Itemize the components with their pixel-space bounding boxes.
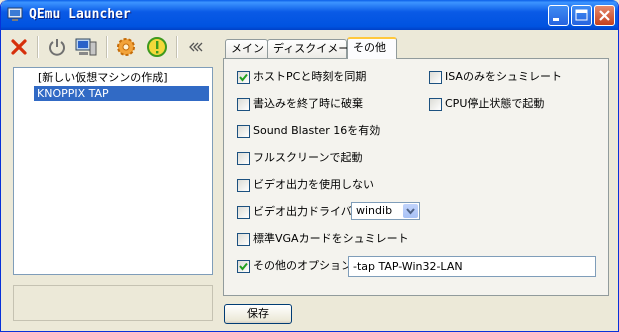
dropdown-arrow-icon[interactable]	[403, 204, 418, 218]
checkmark-icon	[239, 73, 248, 82]
close-button[interactable]	[594, 5, 615, 26]
close-icon	[599, 10, 610, 21]
status-area	[13, 285, 213, 321]
toolbar-separator	[176, 36, 178, 58]
collapse-chevrons-icon[interactable]	[185, 36, 207, 58]
app-computer-icon	[7, 7, 23, 21]
maximize-icon	[575, 9, 588, 21]
video-driver-label: ビデオ出力ドライバ	[253, 205, 352, 218]
power-icon[interactable]	[46, 36, 68, 58]
checkbox-box[interactable]	[237, 152, 250, 165]
fullscreen-label: フルスクリーンで起動	[253, 151, 363, 164]
settings-gear-icon[interactable]	[115, 36, 137, 58]
tab-other[interactable]: その他	[347, 37, 397, 59]
checkmark-icon	[239, 262, 248, 271]
cpu-stopped-label: CPU停止状態で起動	[445, 97, 545, 110]
sync-host-time-label: ホストPCと時刻を同期	[253, 70, 367, 83]
checkbox-box[interactable]	[237, 233, 250, 246]
delete-icon[interactable]	[8, 36, 30, 58]
checkbox-box[interactable]	[237, 98, 250, 111]
title-bar[interactable]: QEmu Launcher	[1, 0, 618, 30]
maximize-button[interactable]	[571, 5, 592, 26]
checkbox-box[interactable]	[237, 260, 250, 273]
minimize-icon	[553, 18, 559, 21]
isa-only-label: ISAのみをシュミレート	[445, 70, 562, 83]
soundblaster-label: Sound Blaster 16を有効	[253, 124, 381, 137]
save-button[interactable]: 保存	[224, 304, 292, 324]
app-window: QEmu Launcher [新しい仮想マシンの作成] KNOPPIX TAP …	[0, 0, 619, 332]
other-options-label: その他のオプション	[253, 259, 352, 272]
std-vga-label: 標準VGAカードをシュミレート	[253, 232, 409, 245]
discard-writes-label: 書込みを終了時に破棄	[253, 97, 363, 110]
checkbox-box[interactable]	[237, 179, 250, 192]
tab-disk-image[interactable]: ディスクイメージ	[267, 39, 360, 58]
toolbar-separator	[37, 36, 39, 58]
computer-icon[interactable]	[75, 36, 97, 58]
toolbar-separator	[106, 36, 108, 58]
warning-icon[interactable]	[146, 36, 168, 58]
tab-main[interactable]: メイン	[225, 39, 268, 58]
checkbox-box[interactable]	[237, 206, 250, 219]
checkbox-box[interactable]	[429, 71, 442, 84]
window-title: QEmu Launcher	[29, 7, 131, 22]
no-video-label: ビデオ出力を使用しない	[253, 178, 374, 191]
checkbox-box[interactable]	[237, 125, 250, 138]
vm-list-item-selected[interactable]: KNOPPIX TAP	[34, 86, 209, 101]
vm-list-item-new[interactable]: [新しい仮想マシンの作成]	[35, 70, 171, 85]
checkbox-box[interactable]	[237, 71, 250, 84]
video-driver-select[interactable]: windib	[351, 202, 420, 220]
vm-list[interactable]: [新しい仮想マシンの作成] KNOPPIX TAP	[13, 67, 213, 275]
other-options-input[interactable]: -tap TAP-Win32-LAN	[348, 256, 596, 277]
video-driver-value: windib	[356, 204, 393, 217]
other-options-value: -tap TAP-Win32-LAN	[353, 260, 463, 273]
checkbox-box[interactable]	[429, 98, 442, 111]
minimize-button[interactable]	[548, 5, 569, 26]
